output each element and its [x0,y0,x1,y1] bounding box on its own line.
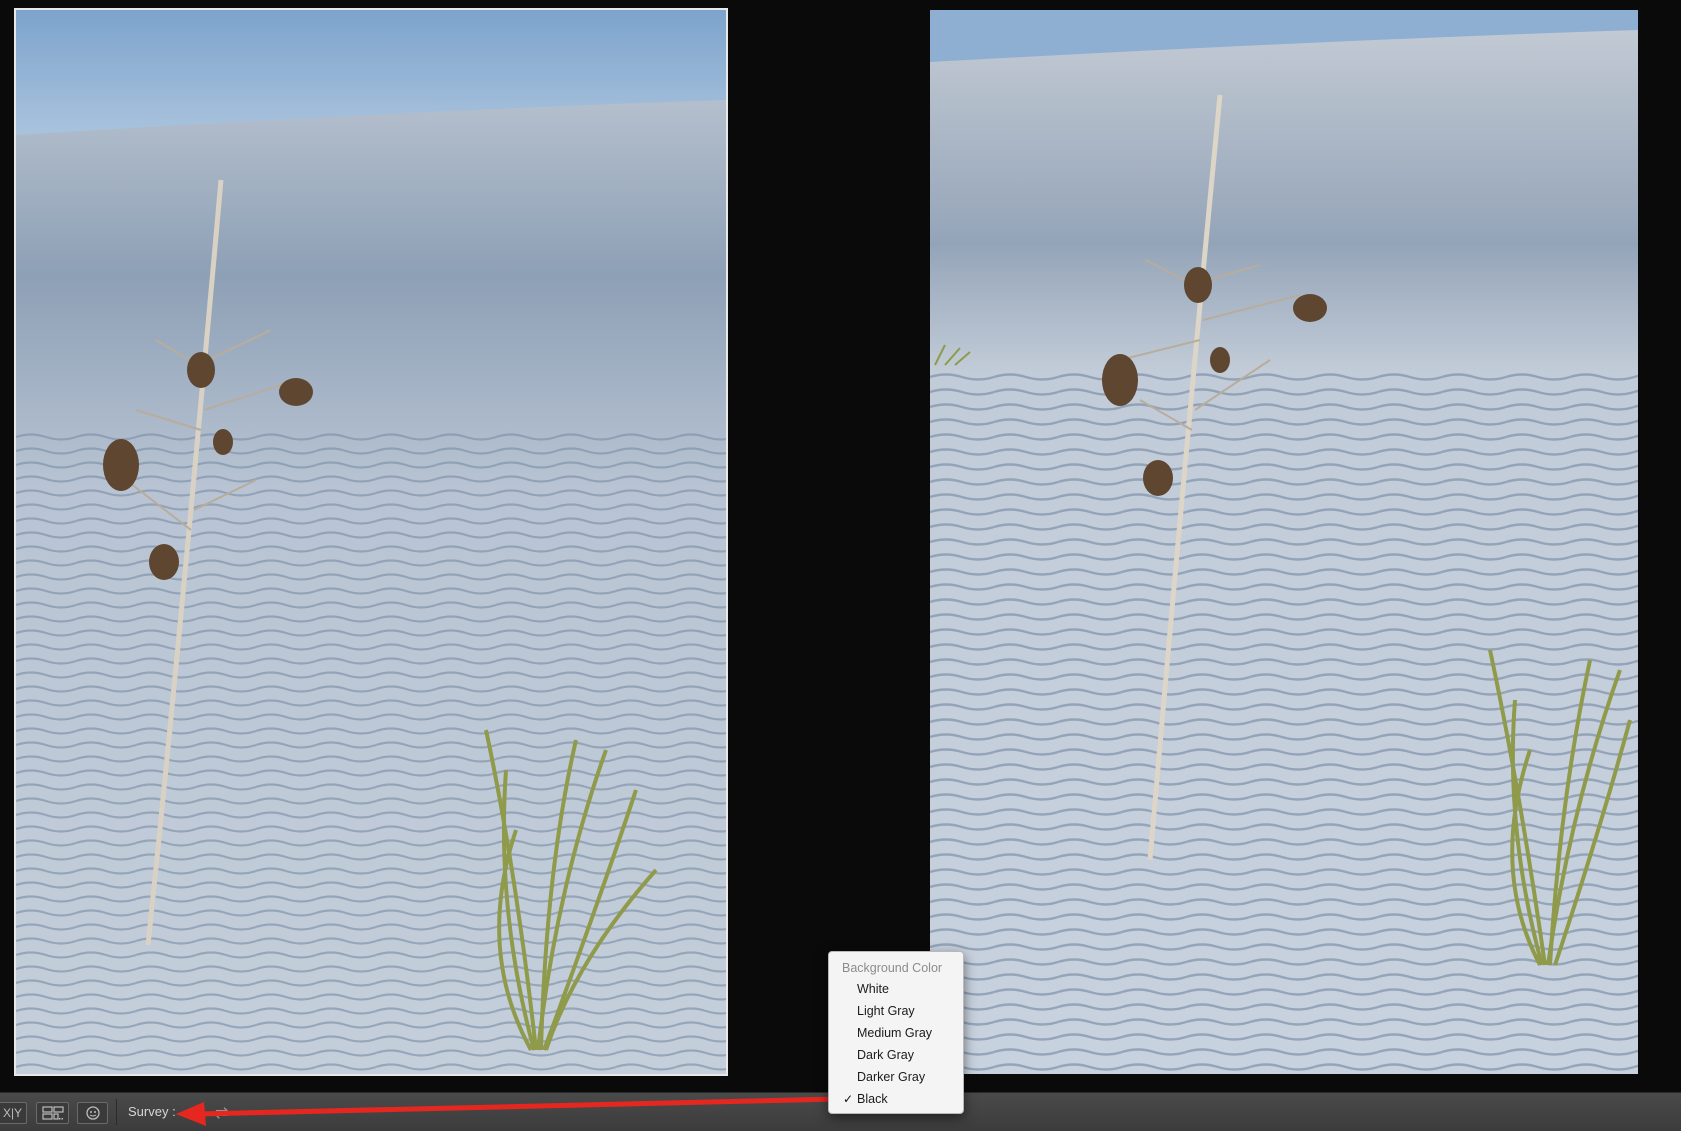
photo-selected[interactable] [14,8,728,1076]
menu-item-black[interactable]: ✓ Black [829,1088,963,1110]
face-icon [85,1106,100,1120]
menu-item-light-gray[interactable]: Light Gray [829,1000,963,1022]
swap-arrows-icon[interactable]: ⇄ [215,1103,228,1123]
toolbar-divider [116,1099,117,1125]
menu-item-label: Black [857,1092,888,1106]
survey-view-label[interactable]: Survey : [128,1104,176,1119]
menu-item-medium-gray[interactable]: Medium Gray [829,1022,963,1044]
menu-item-label: Dark Gray [857,1048,914,1062]
compare-view-label: X|Y [2,1106,23,1120]
desert-yucca-photo-left [16,10,726,1074]
menu-item-white[interactable]: White [829,978,963,1000]
menu-header: Background Color [842,961,943,975]
desert-yucca-photo-right [930,10,1638,1074]
background-color-menu: Background Color White Light Gray Medium… [828,951,964,1114]
menu-item-label: Light Gray [857,1004,915,1018]
compare-view-button[interactable]: X|Y [0,1102,27,1124]
survey-grid-icon [41,1106,64,1120]
checkmark-icon: ✓ [843,1092,854,1106]
photo-candidate[interactable] [930,10,1638,1074]
menu-item-label: Medium Gray [857,1026,933,1040]
menu-item-darker-gray[interactable]: Darker Gray [829,1066,963,1088]
menu-item-label: Darker Gray [857,1070,926,1084]
survey-workspace [0,0,1681,1092]
menu-item-dark-gray[interactable]: Dark Gray [829,1044,963,1066]
menu-item-label: White [857,982,889,996]
survey-view-button[interactable] [36,1102,69,1124]
people-view-button[interactable] [77,1102,108,1124]
